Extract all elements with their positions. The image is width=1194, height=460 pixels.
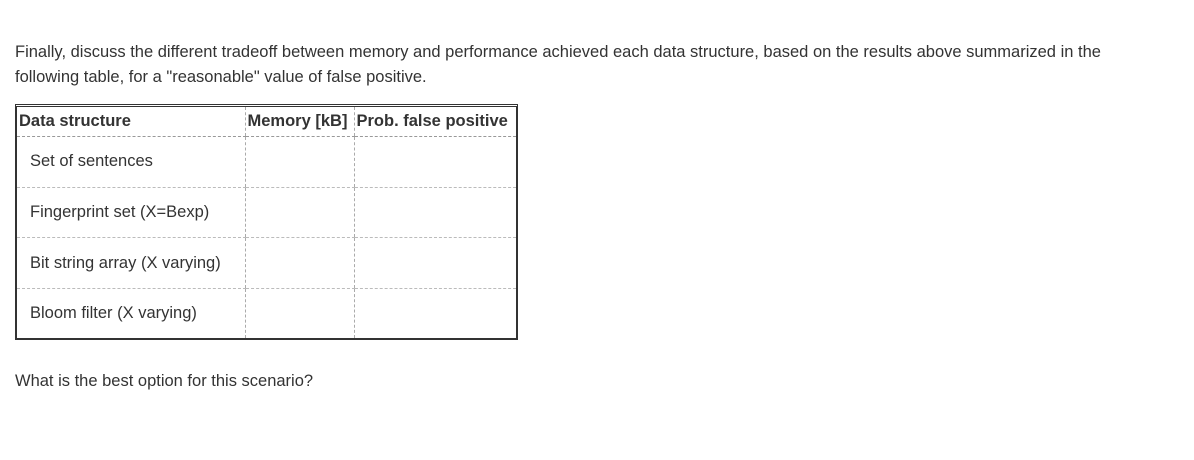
row-name-cell: Set of sentences	[17, 136, 245, 188]
row-name-cell: Bloom filter (X varying)	[30, 304, 197, 323]
prob-cell[interactable]	[353, 288, 516, 338]
intro-line-2: following table, for a "reasonable" valu…	[15, 68, 427, 86]
prob-cell[interactable]	[353, 136, 516, 188]
table-header-row: Data structure Memory [kB] Prob. false p…	[17, 107, 516, 137]
memory-cell[interactable]	[244, 187, 354, 239]
question-text: What is the best option for this scenari…	[15, 372, 314, 390]
prob-cell[interactable]	[353, 237, 516, 290]
table-row: Bit string array (X varying)	[17, 237, 516, 290]
header-prob-false-positive: Prob. false positive	[353, 107, 516, 137]
table-row: Set of sentences	[17, 136, 516, 188]
intro-line-1: Finally, discuss the different tradeoff …	[15, 43, 1101, 61]
memory-cell[interactable]	[244, 288, 354, 338]
table-row: Bloom filter (X varying)	[17, 288, 516, 338]
intro-paragraph: Finally, discuss the different tradeoff …	[15, 40, 1180, 90]
memory-cell[interactable]	[244, 136, 354, 188]
row-name-cell: Bit string array (X varying)	[17, 237, 245, 290]
results-table-frame: Data structure Memory [kB] Prob. false p…	[15, 104, 518, 340]
row-name-cell: Fingerprint set (X=Bexp)	[17, 187, 245, 239]
prob-cell[interactable]	[353, 187, 516, 239]
results-table: Data structure Memory [kB] Prob. false p…	[17, 107, 516, 338]
table-row: Fingerprint set (X=Bexp)	[17, 187, 516, 239]
memory-cell[interactable]	[244, 237, 354, 290]
header-memory: Memory [kB]	[244, 107, 354, 137]
header-data-structure: Data structure	[17, 107, 245, 137]
